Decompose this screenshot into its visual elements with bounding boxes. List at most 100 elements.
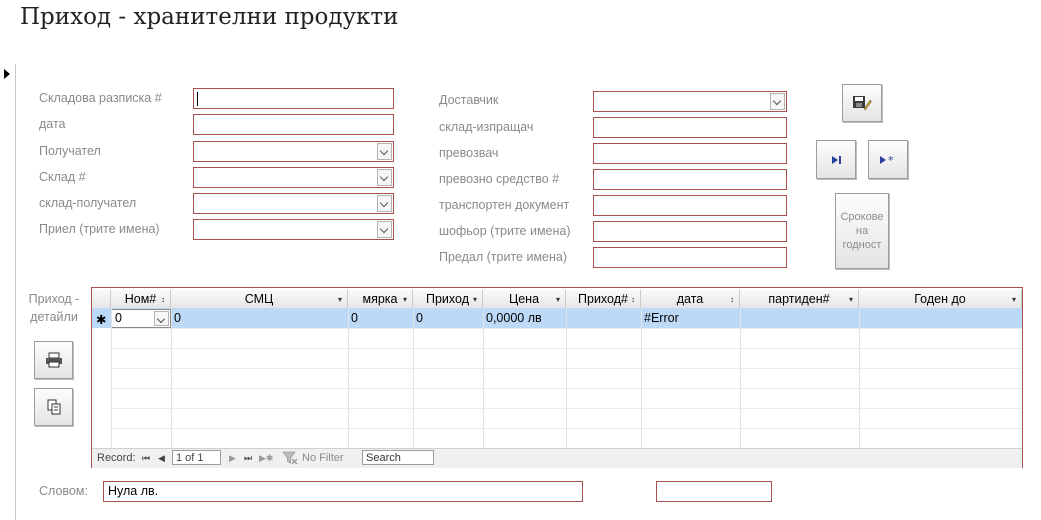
chevron-down-icon[interactable]	[377, 221, 392, 238]
grid-line	[171, 308, 172, 448]
price-cell[interactable]: 0,0000 лв	[486, 311, 542, 325]
chevron-down-icon[interactable]	[770, 93, 785, 110]
chevron-down-icon[interactable]	[154, 311, 169, 326]
save-edit-button[interactable]	[842, 84, 882, 122]
record-label: Record:	[97, 452, 136, 464]
save-edit-icon	[853, 96, 872, 111]
sending-warehouse-label: склад-изпращач	[439, 120, 534, 134]
text-caret	[197, 92, 198, 106]
date-label: дата	[39, 117, 66, 131]
chevron-down-icon[interactable]: ▾	[403, 295, 407, 304]
print-button[interactable]	[34, 341, 73, 379]
column-header-label: Приход	[426, 292, 469, 306]
grid-line	[859, 308, 860, 448]
search-input[interactable]: Search	[362, 450, 434, 465]
chevron-down-icon[interactable]: ▾	[1012, 295, 1016, 304]
grid-line	[111, 348, 1022, 349]
column-header-receipt-number[interactable]: Приход# ↕	[566, 290, 641, 309]
item-number-combo[interactable]: 0	[111, 309, 171, 328]
filter-off-icon[interactable]	[282, 451, 298, 468]
column-header-unit[interactable]: мярка ▾	[348, 290, 413, 309]
vehicle-number-input[interactable]	[593, 169, 787, 190]
select-all-corner[interactable]	[92, 290, 111, 309]
column-header-date[interactable]: дата ↕	[641, 290, 740, 309]
recipient-label: Получател	[39, 144, 101, 158]
chevron-down-icon[interactable]	[377, 143, 392, 160]
supplier-combo[interactable]	[593, 91, 787, 112]
receipt-cell[interactable]: 0	[416, 311, 423, 325]
grid-line	[740, 308, 741, 448]
chevron-down-icon[interactable]	[377, 195, 392, 212]
new-record-nav-icon[interactable]: ▶✱	[259, 453, 273, 464]
date-cell[interactable]: #Error	[644, 311, 679, 325]
shelf-life-button[interactable]: Срокове на годност	[835, 193, 889, 269]
grid-line	[111, 428, 1022, 429]
sending-warehouse-input[interactable]	[593, 117, 787, 138]
last-record-button[interactable]	[816, 140, 856, 179]
column-header-label: дата	[676, 292, 704, 306]
handed-by-input[interactable]	[593, 247, 787, 268]
chevron-down-icon[interactable]: ▾	[849, 295, 853, 304]
receipt-number-input[interactable]	[193, 88, 394, 109]
table-row[interactable]	[92, 308, 1022, 328]
page-title: Приход - хранителни продукти	[20, 4, 399, 30]
column-header-label: СМЦ	[244, 292, 274, 306]
recipient-combo[interactable]	[193, 141, 394, 162]
details-label: Приход - детайли	[24, 290, 84, 326]
column-header-label: Приход#	[578, 292, 628, 306]
sort-icon[interactable]: ↕	[631, 295, 635, 304]
vehicle-number-label: превозно средство #	[439, 172, 560, 186]
received-by-combo[interactable]	[193, 219, 394, 240]
sort-icon[interactable]: ↕	[730, 295, 734, 304]
record-navigation-bar: Record: ⏮ ◀ 1 of 1 ▶ ⏭ ▶✱ No Filter Sear…	[92, 448, 1022, 468]
amount-in-words-field[interactable]: Нула лв.	[103, 481, 583, 502]
total-field[interactable]	[656, 481, 772, 502]
column-header-item-number[interactable]: Ном# ↕	[111, 290, 171, 309]
new-record-icon: *	[880, 154, 894, 166]
driver-input[interactable]	[593, 221, 787, 242]
grid-line	[413, 308, 414, 448]
chevron-down-icon[interactable]	[377, 169, 392, 186]
details-datasheet[interactable]: Ном# ↕ СМЦ ▾ мярка ▾ Приход ▾ Цена ▾ При…	[91, 287, 1023, 468]
previous-record-icon[interactable]: ◀	[158, 453, 165, 464]
chevron-down-icon[interactable]: ▾	[556, 295, 560, 304]
column-header-price[interactable]: Цена ▾	[483, 290, 566, 309]
supplier-label: Доставчик	[439, 93, 499, 107]
column-header-expiry[interactable]: Годен до ▾	[859, 290, 1022, 309]
details-label-line-2: детайли	[30, 310, 78, 324]
column-header-label: Годен до	[914, 292, 966, 306]
carrier-input[interactable]	[593, 143, 787, 164]
grid-line	[111, 368, 1022, 369]
receiving-warehouse-combo[interactable]	[193, 193, 394, 214]
receipt-number-label: Складова разписка #	[39, 91, 162, 105]
column-header-receipt[interactable]: Приход ▾	[413, 290, 483, 309]
grid-line	[111, 388, 1022, 389]
details-label-line-1: Приход -	[28, 292, 80, 306]
column-header-label: партиден#	[768, 292, 830, 306]
no-filter-label[interactable]: No Filter	[302, 452, 344, 464]
amount-in-words-value: Нула лв.	[108, 484, 159, 498]
warehouse-label: Склад #	[39, 170, 86, 184]
unit-cell[interactable]: 0	[351, 311, 358, 325]
grid-line	[641, 308, 642, 448]
first-record-icon[interactable]: ⏮	[142, 453, 150, 464]
new-record-button[interactable]: *	[868, 140, 908, 179]
transport-document-input[interactable]	[593, 195, 787, 216]
current-record-input[interactable]: 1 of 1	[172, 450, 221, 465]
last-record-nav-icon[interactable]: ⏭	[244, 453, 252, 464]
warehouse-combo[interactable]	[193, 167, 394, 188]
chevron-down-icon[interactable]: ▾	[338, 295, 342, 304]
chevron-down-icon[interactable]: ▾	[473, 295, 477, 304]
column-header-batch[interactable]: партиден# ▾	[740, 290, 859, 309]
transport-document-label: транспортен документ	[439, 198, 570, 212]
column-header-smc[interactable]: СМЦ ▾	[171, 290, 348, 309]
last-record-icon	[832, 155, 841, 164]
shelf-life-label-3: годност	[842, 239, 882, 251]
smc-cell[interactable]: 0	[174, 311, 181, 325]
copy-button[interactable]	[34, 388, 73, 426]
current-record-arrow-icon	[4, 69, 10, 79]
sort-icon[interactable]: ↕	[161, 295, 165, 304]
date-input[interactable]	[193, 114, 394, 135]
next-record-icon[interactable]: ▶	[229, 453, 236, 464]
record-selector[interactable]	[0, 64, 16, 520]
